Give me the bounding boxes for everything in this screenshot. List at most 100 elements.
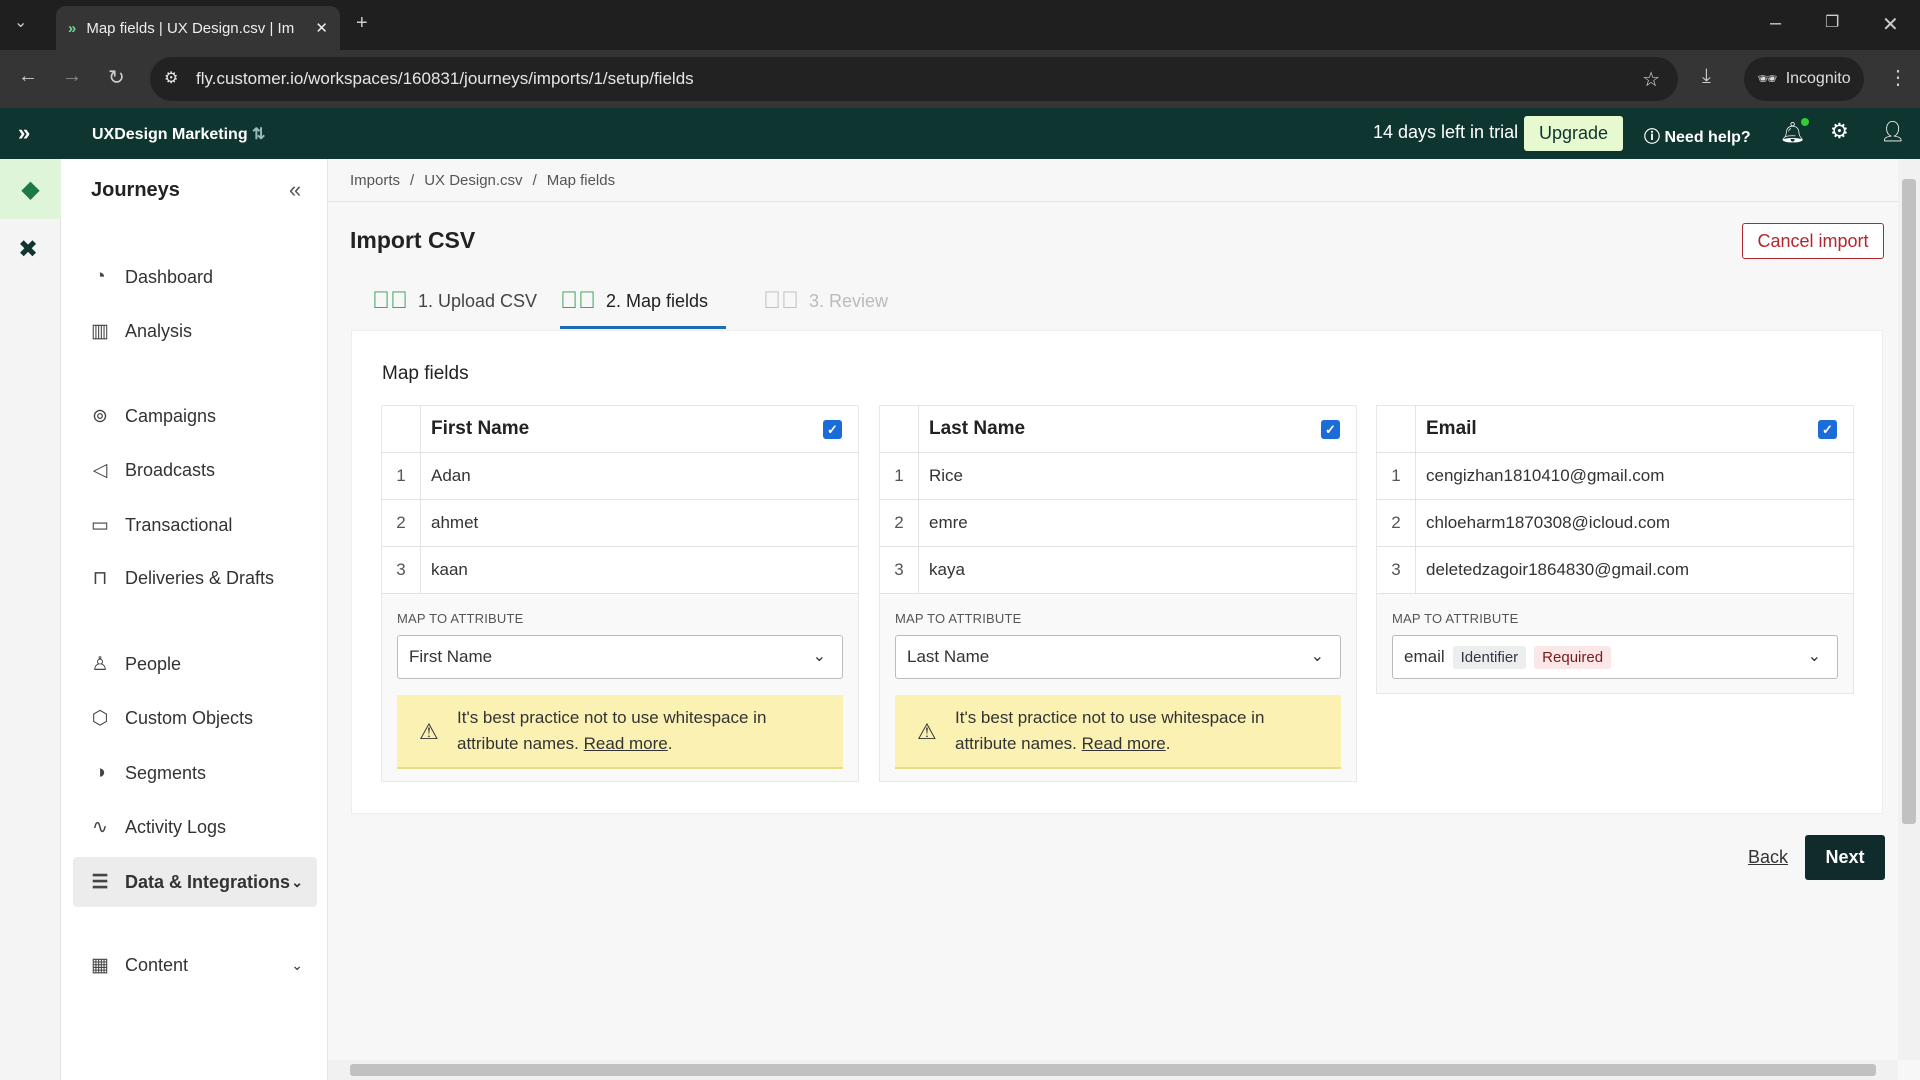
cell-value: Rice [929,466,964,485]
new-tab-icon[interactable]: + [356,12,368,35]
column-header-label: First Name [431,418,530,439]
bookmark-star-icon[interactable]: ☆ [1642,67,1660,92]
sidebar-item-people[interactable]: ♙ People [73,639,317,689]
row-number: 3 [880,547,919,593]
include-column-checkbox[interactable]: ✓ [1321,420,1340,439]
vertical-scrollbar[interactable] [1898,159,1920,1060]
upgrade-button[interactable]: Upgrade [1524,116,1623,151]
table-row: 2 ahmet [382,500,858,547]
download-icon[interactable]: ⤓ [1702,65,1711,88]
logo-icon[interactable]: » [18,120,30,146]
check-circle-icon: ✓⃝ [560,287,596,314]
sidebar-item-analysis[interactable]: ▥ Analysis [73,306,317,356]
horizontal-scrollbar[interactable] [328,1060,1898,1080]
row-number: 1 [880,453,919,499]
workspace-switcher[interactable]: UXDesign Marketing ⇅ [92,124,265,144]
sidebar-item-broadcasts[interactable]: ◁ Broadcasts [73,445,317,495]
row-number: 2 [382,500,421,546]
cube-icon: ⬡ [91,707,109,729]
section-title: Map fields [382,363,469,384]
journeys-product-icon[interactable]: ◆ [0,159,61,219]
url-input[interactable]: ⚙ fly.customer.io/workspaces/160831/jour… [150,57,1678,101]
database-icon: ☰ [91,871,109,893]
check-circle-icon: ✓⃝ [763,287,799,314]
user-profile-icon[interactable]: 👤︎ [1880,119,1905,144]
selected-attribute: Last Name [907,647,990,666]
restore-icon[interactable]: ❐ [1825,12,1839,32]
map-to-attribute-label: MAP TO ATTRIBUTE [1392,611,1519,626]
next-button[interactable]: Next [1805,835,1885,880]
browser-menu-icon[interactable]: ⋮ [1888,65,1908,90]
read-more-link[interactable]: Read more [584,734,668,753]
sidebar-item-label: People [125,653,182,674]
tab-list-chevron-icon[interactable]: ⌄ [14,12,27,32]
help-icon: ⓘ [1644,129,1661,146]
collapse-sidebar-icon[interactable]: « [289,177,301,203]
expand-chevron-icon[interactable]: ⌄ [291,874,303,891]
row-number: 3 [382,547,421,593]
whitespace-warning: ⚠ It's best practice not to use whitespac… [397,695,843,769]
app-header: » UXDesign Marketing ⇅ 14 days left in t… [0,108,1920,159]
dashboard-icon: ◔ [94,266,106,287]
incognito-icon: 🕶 [1757,71,1778,88]
favicon-icon: » [68,19,77,37]
expand-chevron-icon[interactable]: ⌄ [291,957,303,974]
sidebar-item-segments[interactable]: ◑ Segments [73,748,317,798]
breadcrumb-file[interactable]: UX Design.csv [424,172,522,189]
row-number: 3 [1377,547,1416,593]
chevron-down-icon: ⌄ [1807,648,1821,665]
minimize-icon[interactable]: – [1770,12,1781,35]
settings-gear-icon[interactable]: ⚙ [1830,119,1849,144]
back-link[interactable]: Back [1748,847,1788,868]
sidebar-item-custom-objects[interactable]: ⬡ Custom Objects [73,693,317,743]
forward-icon[interactable]: → [62,65,82,88]
breadcrumb-current: Map fields [546,171,616,189]
sidebar-item-dashboard[interactable]: ◔ Dashboard [73,252,317,302]
site-settings-icon[interactable]: ⚙ [164,68,178,88]
reload-icon[interactable]: ↻ [108,65,125,90]
whitespace-warning: ⚠ It's best practice not to use whitespac… [895,695,1341,769]
sidebar-item-campaigns[interactable]: ⊚ Campaigns [73,391,317,441]
attribute-select[interactable]: email Identifier Required ⌄ [1392,635,1838,679]
back-icon[interactable]: ← [18,65,38,88]
sidebar-item-label: Broadcasts [125,459,216,480]
sidebar-item-transactional[interactable]: ▭ Transactional [73,500,317,550]
include-column-checkbox[interactable]: ✓ [823,420,842,439]
sidebar-item-content[interactable]: ▦ Content ⌄ [73,940,317,990]
pipelines-product-icon[interactable]: ✖ [18,235,38,264]
attribute-select[interactable]: First Name ⌄ [397,635,843,679]
sidebar-item-label: Deliveries & Drafts [125,567,275,588]
column-header: Email ✓ [1377,406,1853,453]
sidebar-item-data-integrations[interactable]: ☰ Data & Integrations ⌄ [73,857,317,907]
url-text: fly.customer.io/workspaces/160831/journe… [196,69,694,88]
breadcrumb: Imports / UX Design.csv / Map fields [328,159,1898,202]
step-upload-csv[interactable]: ✓⃝ 1. Upload CSV [372,287,537,315]
close-tab-icon[interactable]: ✕ [315,19,328,37]
column-header: Last Name ✓ [880,406,1356,453]
include-column-checkbox[interactable]: ✓ [1818,420,1837,439]
cell-value: kaya [929,560,965,579]
read-more-link[interactable]: Read more [1082,734,1166,753]
browser-tab[interactable]: » Map fields | UX Design.csv | Im ✕ [56,6,340,50]
sidebar-item-deliveries-drafts[interactable]: ⊓ Deliveries & Drafts [73,553,317,603]
close-window-icon[interactable]: ✕ [1882,12,1899,37]
cancel-import-button[interactable]: Cancel import [1742,223,1884,259]
breadcrumb-imports[interactable]: Imports [350,172,400,189]
sidebar-item-label: Analysis [125,320,193,341]
table-row: 2 chloeharm1870308@icloud.com [1377,500,1853,547]
product-rail: ◆ ✖ [0,159,61,1080]
step-map-fields[interactable]: ✓⃝ 2. Map fields [560,287,708,315]
segments-icon: ◑ [94,762,106,783]
person-icon: ♙ [91,653,109,675]
sidebar-item-label: Activity Logs [125,816,227,837]
selected-attribute: email [1404,647,1445,666]
need-help-button[interactable]: ⓘ Need help? [1644,123,1751,147]
sidebar-item-activity-logs[interactable]: ∿ Activity Logs [73,802,317,852]
megaphone-icon: ◁ [92,459,108,481]
column-header-label: Email [1426,418,1477,439]
row-number: 1 [1377,453,1416,499]
attribute-select[interactable]: Last Name ⌄ [895,635,1341,679]
incognito-button[interactable]: 🕶 Incognito [1744,57,1864,101]
notifications-bell-icon[interactable]: 🔔︎ [1780,118,1810,145]
chevron-down-icon: ⌄ [1310,648,1324,665]
